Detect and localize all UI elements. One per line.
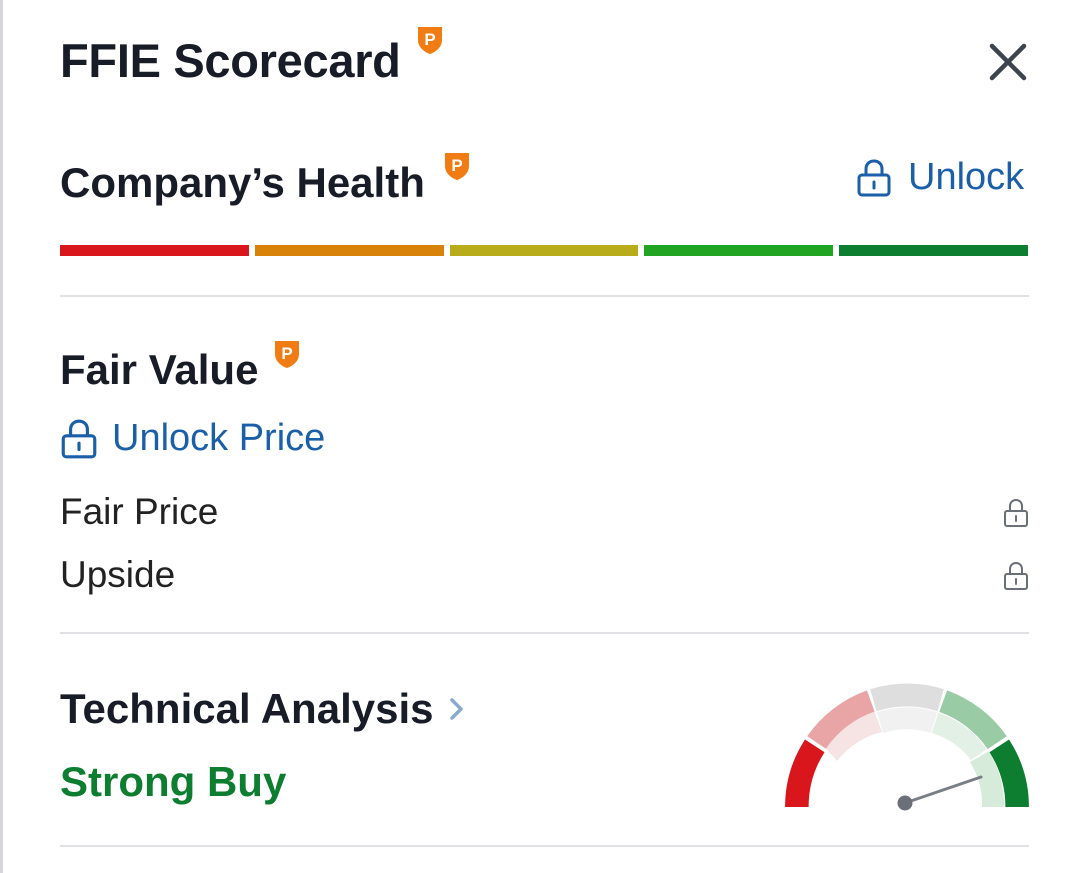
divider [60,632,1029,634]
unlock-health-button[interactable]: Unlock [856,156,1024,199]
scorecard-panel: FFIE Scorecard P Company’s Health P Unlo… [0,0,1080,873]
lock-icon [1004,561,1028,590]
lock-icon [1004,498,1028,527]
unlock-price-button[interactable]: Unlock Price [60,417,325,460]
chevron-right-icon [449,698,463,720]
gauge-pivot [897,795,913,811]
unlock-label: Unlock [908,156,1025,198]
health-segment-1 [60,245,249,256]
health-segment-2 [254,245,444,256]
svg-text:P: P [281,344,292,363]
health-segment-3 [449,245,639,256]
technical-signal: Strong Buy [60,758,287,805]
gauge-needle [903,775,983,805]
svg-text:P: P [451,156,462,175]
lock-icon [61,419,97,458]
upside-label: Upside [60,554,176,595]
health-segment-5 [839,245,1028,256]
technical-analysis-link[interactable]: Technical Analysis [60,685,466,733]
company-health-title: Company’s Health [60,159,425,206]
scorecard-title: FFIE Scorecard [60,34,401,87]
fair-value-title: Fair Value [60,346,259,393]
close-icon [989,43,1027,81]
unlock-price-label: Unlock Price [112,417,326,459]
health-bar [60,245,1028,256]
pro-badge-icon: P [275,341,299,368]
close-button[interactable] [986,40,1030,84]
technical-analysis-title: Technical Analysis [60,685,434,732]
health-segment-4 [644,245,834,256]
divider [60,295,1029,297]
lock-icon [857,158,891,196]
divider [60,845,1029,847]
pro-badge-icon: P [445,153,469,180]
fair-price-label: Fair Price [60,491,219,532]
technical-gauge [785,683,1029,811]
svg-text:P: P [424,30,435,49]
pro-badge-icon: P [418,27,442,54]
